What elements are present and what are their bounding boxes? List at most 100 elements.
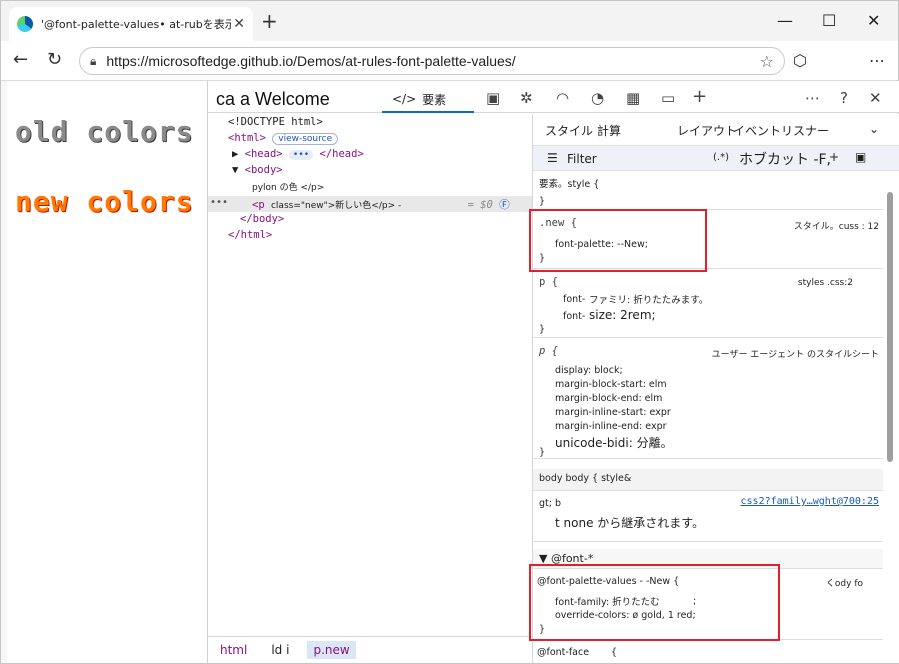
performance-gauge-icon[interactable]: ◔ (591, 89, 604, 107)
dom-p-old[interactable]: pylon の色 </p> (252, 180, 324, 193)
refresh-icon[interactable]: ↻ (47, 49, 62, 70)
dom-body-close-tag: </body> (240, 213, 285, 225)
dom-html-close[interactable]: </html> (228, 229, 272, 241)
dom-body-close[interactable]: </body> (240, 213, 284, 225)
inherited-from-header: body body { style& (533, 469, 883, 491)
tab-styles[interactable]: スタイル (545, 122, 593, 139)
p-font-family-b[interactable]: ファミリ: 折りたたみます。 (589, 292, 708, 306)
close-devtools-icon[interactable]: ✕ (869, 89, 882, 107)
crumb-body[interactable]: ld i (265, 641, 295, 659)
minimize-button[interactable]: — (777, 11, 793, 30)
font-face-brace: { (611, 647, 618, 658)
dom-p-new[interactable]: <p class="new">新しい色</p> - = $0 Ⓕ (252, 197, 510, 212)
browser-tab[interactable]: '@font-palette-values• at-rubを表示する ✕ (9, 7, 253, 41)
crumb-html[interactable]: html (214, 641, 253, 659)
dom-head-close: </head> (319, 148, 364, 160)
dom-body-line[interactable]: ▼ <body> (232, 164, 283, 176)
filter-input[interactable]: Filter (567, 152, 597, 166)
filter-bar: ☰ Filter (.*) ホブカット -F, + ▣ (533, 145, 899, 171)
close-window-button[interactable]: ✕ (867, 11, 880, 30)
extensions-icon[interactable]: ⬡ (793, 51, 807, 70)
address-bar[interactable]: 🔒︎ https://microsoftedge.github.io/Demos… (79, 47, 785, 75)
tab-computed[interactable]: 計算 (597, 122, 621, 139)
inherited-rule: gt; b css2?family…wght@700:25 t none から継… (533, 492, 883, 542)
chevron-down-icon[interactable]: ⌄ (869, 122, 879, 136)
tab-title: '@font-palette-values• at-rubを表示する (41, 18, 231, 31)
element-style-selector[interactable]: 要素。style { (539, 176, 599, 190)
inherited-selector[interactable]: gt; b (539, 498, 561, 509)
styles-scrollbar[interactable] (885, 178, 895, 658)
p-selector[interactable]: p { (539, 276, 558, 288)
browser-window: '@font-palette-values• at-rubを表示する ✕ + —… (0, 0, 899, 664)
favorite-star-icon[interactable]: ☆ (760, 52, 774, 71)
more-menu-icon[interactable]: ⋯ (869, 51, 885, 70)
bug-icon[interactable]: ✲ (520, 89, 533, 107)
ua-margin-inline-start: margin-inline-start: expr (555, 407, 671, 418)
p-user-agent-rule: p { ユーザー エージェント のスタイルシート display: block;… (533, 339, 883, 459)
font-editor-icon[interactable]: Ⓕ (499, 199, 510, 211)
toggle-sidebar-icon[interactable]: ▣ (855, 150, 866, 164)
dom-p-rest: class="new">新しい色</p> - (270, 201, 402, 211)
dom-html-line[interactable]: <html> view-source (228, 132, 339, 145)
collapsed-badge[interactable]: ••• (288, 150, 314, 160)
tab-elements-label: 要素 (422, 92, 447, 107)
ua-rule-close: } (539, 447, 546, 458)
edge-logo-icon (17, 16, 33, 32)
ua-source: ユーザー エージェント のスタイルシート (711, 350, 879, 360)
welcome-tab[interactable]: ca a Welcome (216, 89, 330, 110)
new-tab-button[interactable]: + (261, 9, 278, 33)
ua-margin-block-end: margin-block-end: elm (555, 393, 663, 404)
font-face-selector[interactable]: @font-face (537, 647, 589, 658)
p-rule-source[interactable]: styles .css:2 (798, 278, 853, 288)
elements-tree: <!DOCTYPE html> <html> view-source ▶ <he… (208, 114, 532, 635)
elements-icon: </> (392, 92, 417, 106)
node-actions-icon[interactable]: ••• (210, 197, 228, 208)
regex-toggle[interactable]: (.*) (713, 152, 729, 163)
tab-event-listeners[interactable]: イベントリスナー (733, 122, 829, 139)
expand-arrow-icon[interactable]: ▶ (232, 148, 238, 160)
more-tools-plus-icon[interactable]: + (692, 86, 707, 107)
tab-elements[interactable]: </> 要素 (382, 87, 474, 113)
application-icon[interactable]: ▭ (661, 89, 675, 107)
dom-html-tag: <html> (228, 132, 266, 144)
dom-doctype[interactable]: <!DOCTYPE html> (228, 116, 323, 128)
element-style-close: } (539, 196, 546, 207)
view-source-badge[interactable]: view-source (272, 133, 339, 145)
new-rule-source[interactable]: スタイル。cuss : 12 (794, 219, 879, 232)
ua-display: display: block; (555, 365, 623, 376)
inherited-source-link[interactable]: css2?family…wght@700:25 (741, 496, 879, 507)
dom-html-close-tag: </html> (228, 229, 273, 241)
highlight-font-palette-values (529, 564, 780, 641)
collapse-arrow-icon[interactable]: ▼ (232, 164, 238, 176)
inherited-text: t none から継承されます。 (555, 516, 705, 530)
p-author-rule: p { styles .css:2 font- ファミリ: 折りたたみます。 f… (533, 270, 883, 338)
p-font-size-b[interactable]: size: 2rem; (589, 308, 656, 322)
hover-toggle[interactable]: ホブカット -F, (739, 149, 831, 169)
inherited-from-label[interactable]: body body { style& (539, 473, 631, 484)
maximize-button[interactable]: ☐ (822, 11, 836, 30)
dom-head-line[interactable]: ▶ <head> ••• </head> (232, 148, 364, 160)
ua-margin-inline-end: margin-inline-end: expr (555, 421, 667, 432)
ua-selector: p { (539, 345, 558, 357)
crumb-p-new[interactable]: p.new (307, 641, 356, 659)
console-icon[interactable]: ▣ (486, 89, 500, 107)
p-font-family-a[interactable]: font- (563, 294, 585, 305)
navigation-bar: ← ↻ 🔒︎ https://microsoftedge.github.io/D… (1, 41, 898, 81)
font-face-rule: @font-face { (533, 641, 883, 663)
devtools-more-icon[interactable]: ⋯ (805, 89, 820, 107)
lock-icon[interactable]: 🔒︎ (90, 54, 96, 69)
fpv-source[interactable]: くody fo (826, 576, 863, 589)
ua-margin-block-start: margin-block-start: elm (555, 379, 667, 390)
network-wifi-icon[interactable]: ◠ (556, 89, 569, 107)
tab-layout[interactable]: レイアウト (677, 122, 737, 139)
memory-chip-icon[interactable]: ▦ (626, 89, 640, 107)
title-bar: '@font-palette-values• at-rubを表示する ✕ + —… (1, 1, 898, 41)
scrollbar-thumb[interactable] (887, 192, 893, 462)
back-arrow-icon[interactable]: ← (13, 49, 28, 70)
old-colors-text: old colors (15, 115, 194, 148)
help-icon[interactable]: ? (840, 89, 848, 107)
p-font-size-a[interactable]: font- (563, 311, 585, 322)
dom-body-open: <body> (244, 164, 283, 176)
tab-close-icon[interactable]: ✕ (233, 16, 245, 32)
new-rule-icon[interactable]: + (829, 150, 839, 164)
